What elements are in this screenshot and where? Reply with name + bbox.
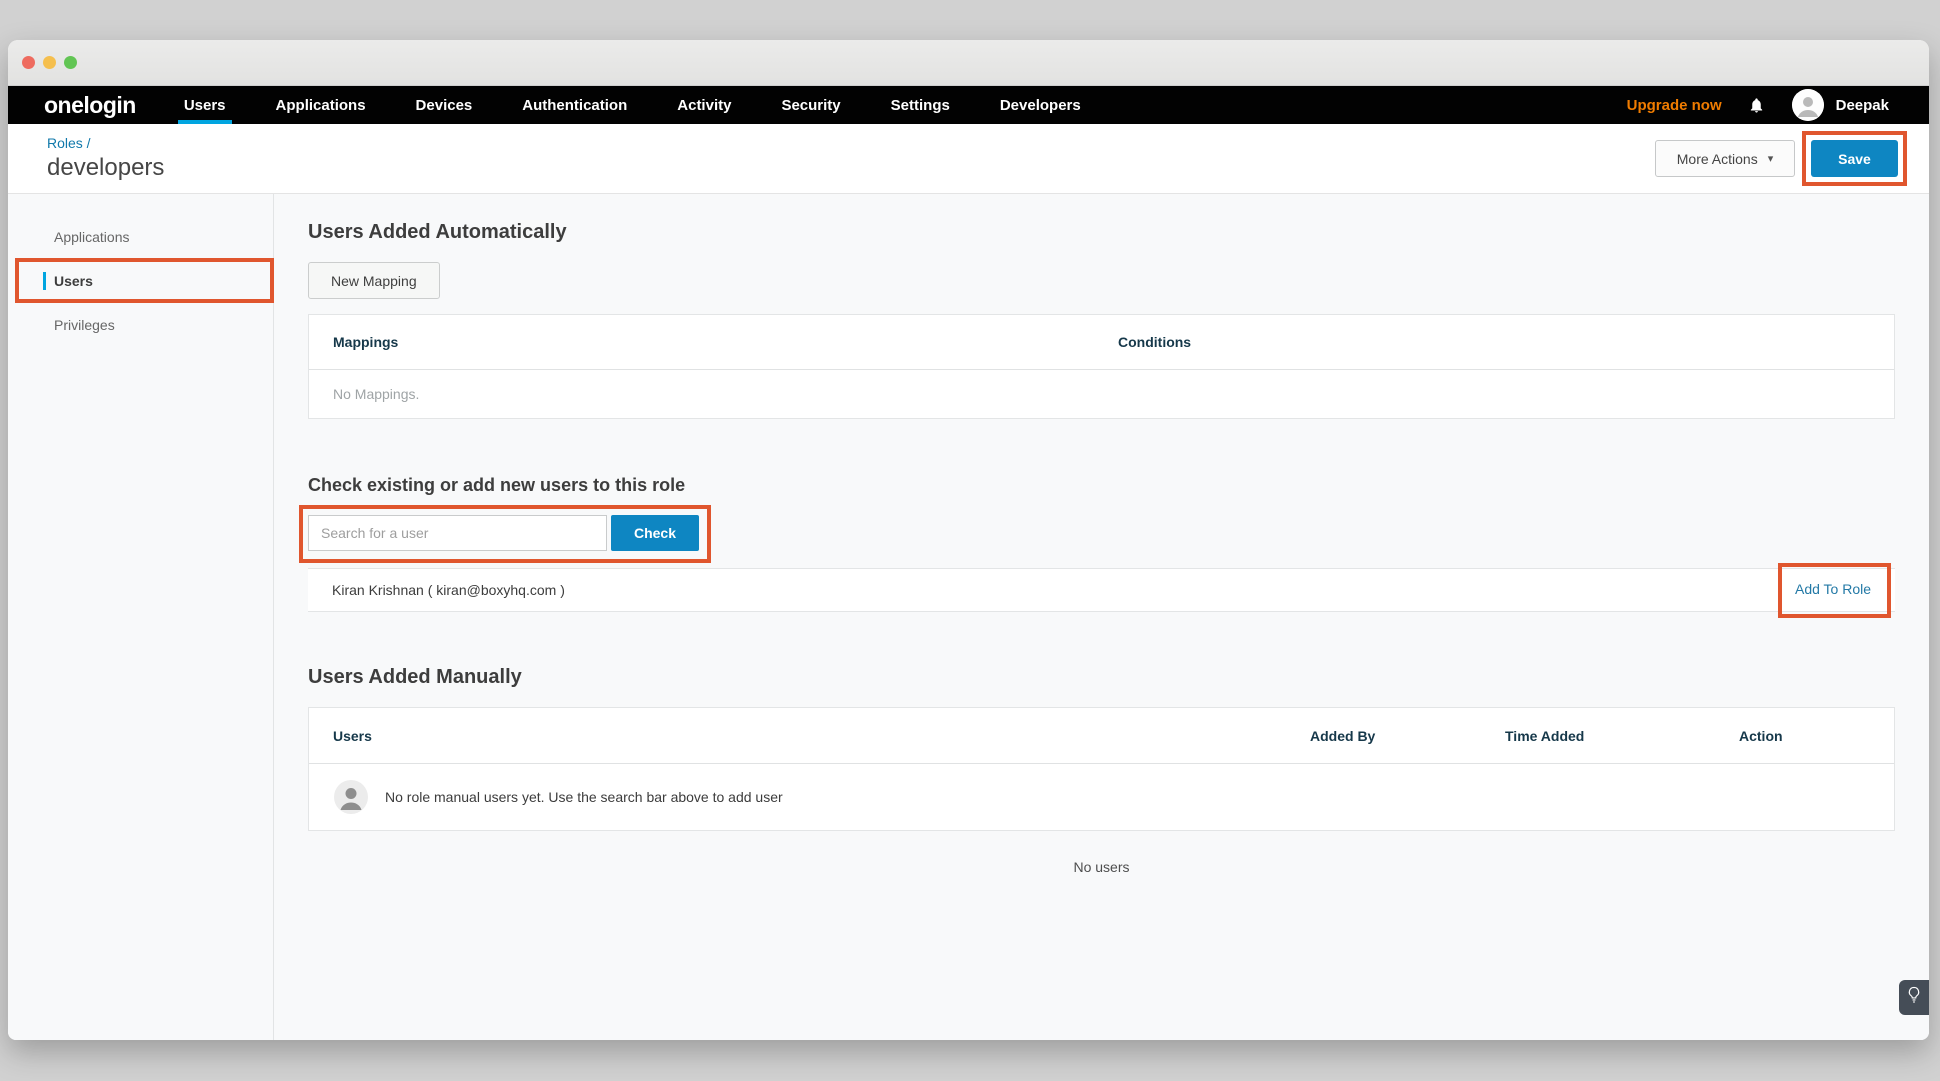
- column-header-users: Users: [309, 728, 1310, 744]
- page-title: developers: [47, 154, 164, 182]
- user-search-row: Check: [308, 515, 699, 551]
- sidebar-item-users[interactable]: Users: [8, 263, 273, 299]
- manual-table-header: Users Added By Time Added Action: [309, 708, 1894, 764]
- column-header-mappings: Mappings: [309, 334, 1118, 350]
- no-mappings-text: No Mappings.: [309, 386, 419, 402]
- account-menu[interactable]: Deepak: [1792, 89, 1889, 121]
- role-sidebar: Applications Users Privileges: [8, 194, 274, 1040]
- nav-item-authentication[interactable]: Authentication: [516, 86, 633, 124]
- window-zoom-button[interactable]: [64, 56, 77, 69]
- window-minimize-button[interactable]: [43, 56, 56, 69]
- placeholder-avatar-icon: [334, 780, 368, 814]
- section-heading-users-added-manually: Users Added Manually: [308, 665, 1895, 689]
- breadcrumb-block: Roles / developers: [47, 135, 164, 182]
- manual-users-table: Users Added By Time Added Action No role…: [308, 707, 1895, 831]
- sidebar-item-label: Privileges: [54, 317, 115, 333]
- sidebar-item-label: Users: [54, 273, 93, 289]
- active-indicator-bar: [43, 272, 46, 290]
- chevron-down-icon: ▾: [1768, 152, 1774, 165]
- search-user-input[interactable]: [308, 515, 607, 551]
- nav-item-applications[interactable]: Applications: [270, 86, 372, 124]
- upgrade-now-link[interactable]: Upgrade now: [1627, 97, 1722, 114]
- notifications-bell-icon[interactable]: [1748, 95, 1766, 115]
- section-heading-check-existing: Check existing or add new users to this …: [308, 474, 1895, 496]
- nav-item-devices[interactable]: Devices: [410, 86, 479, 124]
- breadcrumb-roles-link[interactable]: Roles /: [47, 135, 164, 151]
- sidebar-item-label: Applications: [54, 229, 130, 245]
- section-heading-users-added-automatically: Users Added Automatically: [308, 220, 1895, 244]
- add-to-role-link[interactable]: Add To Role: [1795, 581, 1871, 597]
- column-header-added-by: Added By: [1310, 728, 1505, 744]
- onelogin-logo: onelogin: [44, 92, 136, 119]
- sidebar-item-applications[interactable]: Applications: [8, 219, 273, 255]
- save-button[interactable]: Save: [1811, 140, 1898, 177]
- column-header-action: Action: [1739, 728, 1894, 744]
- no-manual-users-text: No role manual users yet. Use the search…: [385, 789, 783, 805]
- new-mapping-button[interactable]: New Mapping: [308, 262, 440, 299]
- top-navbar: onelogin Users Applications Devices Auth…: [8, 86, 1929, 124]
- mappings-table: Mappings Conditions No Mappings.: [308, 314, 1895, 419]
- user-avatar: [1792, 89, 1824, 121]
- app-window: onelogin Users Applications Devices Auth…: [8, 40, 1929, 1040]
- sidebar-item-privileges[interactable]: Privileges: [8, 307, 273, 343]
- column-header-conditions: Conditions: [1118, 334, 1894, 350]
- more-actions-button[interactable]: More Actions ▾: [1655, 140, 1795, 177]
- more-actions-label: More Actions: [1677, 151, 1758, 167]
- nav-item-security[interactable]: Security: [775, 86, 846, 124]
- manual-table-empty-row: No role manual users yet. Use the search…: [309, 764, 1894, 830]
- window-titlebar: [8, 40, 1929, 86]
- window-close-button[interactable]: [22, 56, 35, 69]
- nav-item-users[interactable]: Users: [178, 86, 232, 124]
- column-header-time-added: Time Added: [1505, 728, 1739, 744]
- lightbulb-icon: [1907, 986, 1921, 1009]
- content-area: Applications Users Privileges Users Adde…: [8, 194, 1929, 1040]
- lightbulb-help-button[interactable]: [1899, 980, 1929, 1015]
- nav-item-activity[interactable]: Activity: [671, 86, 737, 124]
- result-user-name: Kiran Krishnan ( kiran@boxyhq.com ): [332, 582, 565, 598]
- no-users-text: No users: [308, 859, 1895, 875]
- navbar-right: Upgrade now Deepak: [1627, 86, 1889, 124]
- main-panel: Users Added Automatically New Mapping Ma…: [274, 194, 1929, 1040]
- nav-item-settings[interactable]: Settings: [885, 86, 956, 124]
- nav-item-developers[interactable]: Developers: [994, 86, 1087, 124]
- mappings-table-header: Mappings Conditions: [309, 315, 1894, 370]
- check-button[interactable]: Check: [611, 515, 699, 551]
- search-result-row: Kiran Krishnan ( kiran@boxyhq.com ) Add …: [308, 568, 1895, 612]
- username-label: Deepak: [1836, 97, 1889, 114]
- page-header: Roles / developers More Actions ▾ Save: [8, 124, 1929, 194]
- nav-items: Users Applications Devices Authenticatio…: [178, 86, 1087, 124]
- header-actions: More Actions ▾ Save: [1655, 140, 1898, 177]
- mappings-empty-row: No Mappings.: [309, 370, 1894, 418]
